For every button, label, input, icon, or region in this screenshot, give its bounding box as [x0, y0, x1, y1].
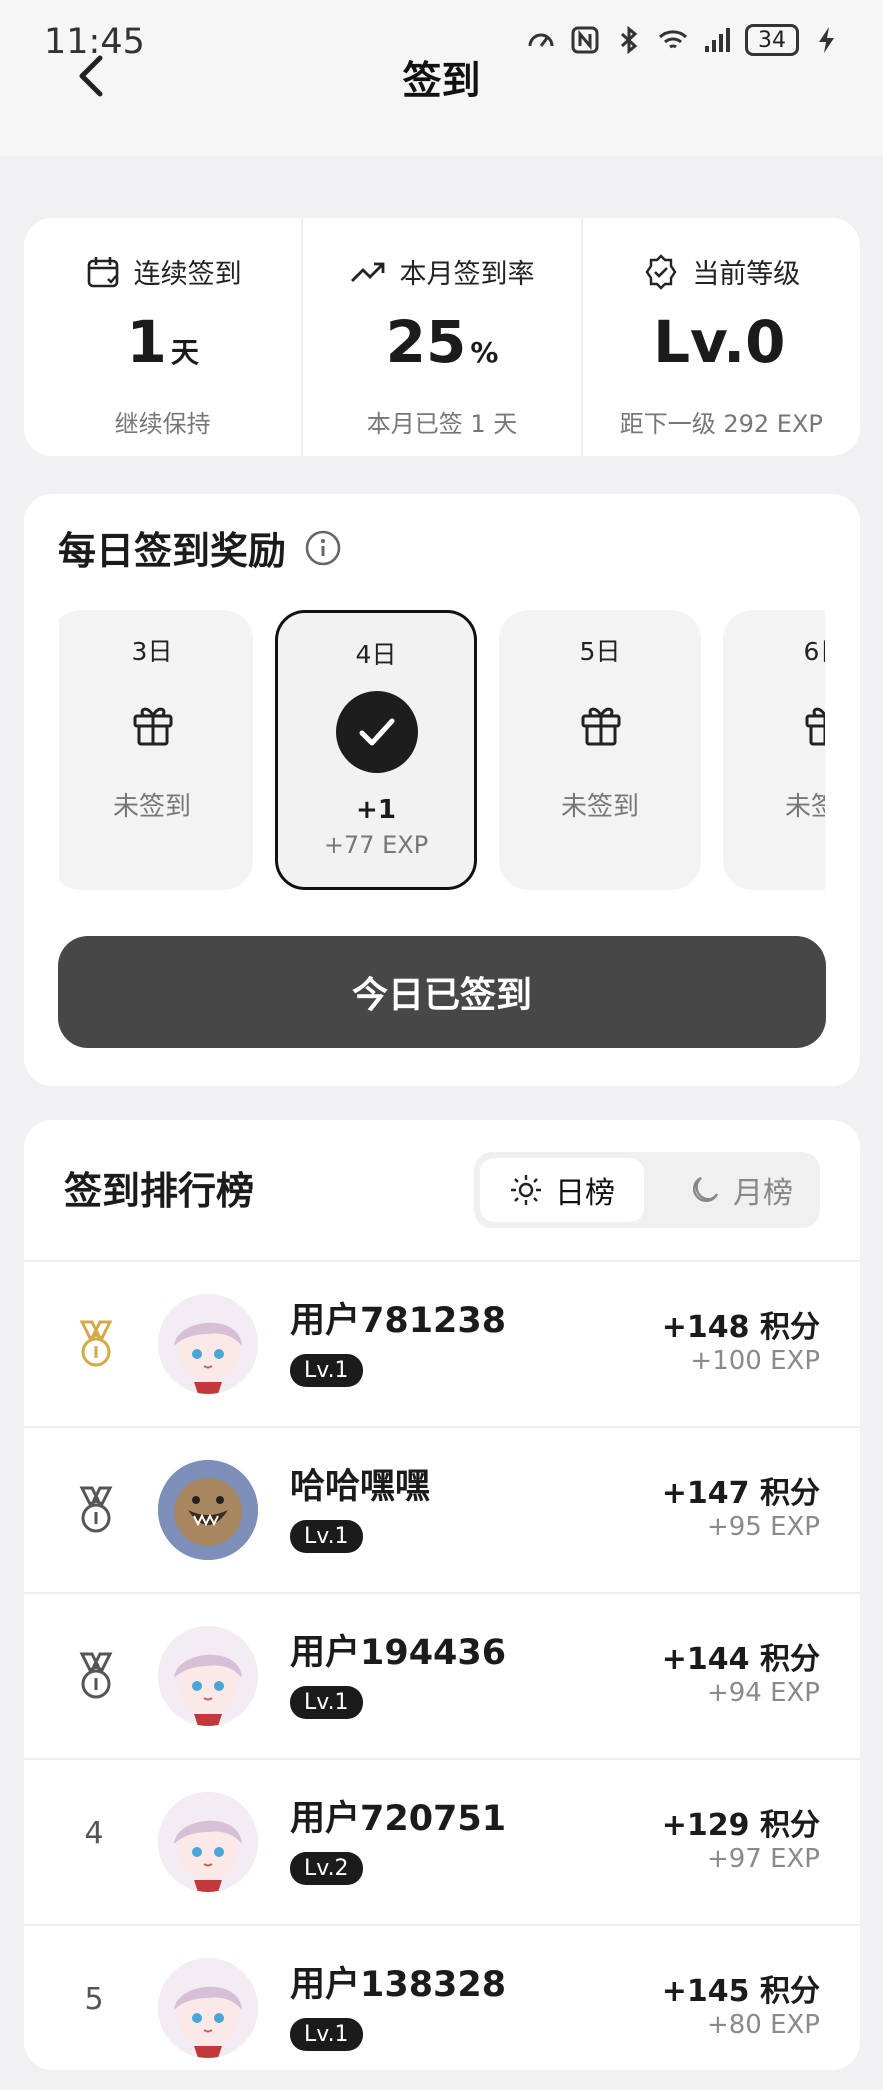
username: 用户720751 [290, 1799, 507, 1839]
ranking-row[interactable]: 用户781238 Lv.1 +148 积分 +100 EXP [24, 1260, 860, 1426]
sun-icon [511, 1175, 541, 1205]
level-badge: Lv.2 [290, 1852, 363, 1885]
stat-label: 连续签到 [133, 259, 242, 290]
level-badge: Lv.1 [290, 1686, 363, 1719]
stat-sub: 本月已签 1 天 [366, 410, 518, 438]
points: +148 积分 [661, 1310, 820, 1345]
checkin-button[interactable]: 今日已签到 [58, 936, 826, 1048]
gold-medal-icon [79, 1320, 113, 1367]
stats-card: 连续签到 1天 继续保持 本月签到率 25% 本月已签 1 天 当前等级 Lv.… [24, 218, 860, 456]
daily-reward-card: 每日签到奖励 3日 未签到 4日 +1 +77 EXP 5日 未签到 6 未签 … [24, 494, 860, 1086]
stat-unit: 天 [170, 336, 199, 369]
avatar[interactable] [158, 1958, 258, 2058]
day-status: 未签到 [112, 792, 191, 822]
points: +147 积分 [661, 1476, 820, 1511]
avatar-anime-girl [158, 1294, 258, 1394]
avatar-anime-girl [158, 1958, 258, 2058]
level-badge: Lv.1 [290, 2018, 363, 2051]
avatar-anime-girl [158, 1792, 258, 1892]
stat-value: Lv.0 [653, 308, 786, 376]
exp: +95 EXP [706, 1512, 820, 1542]
ranking-row[interactable]: 4 用户720751 Lv.2 +129 积分 +97 EXP [24, 1758, 860, 1924]
badge-check-icon [645, 253, 677, 290]
gift-icon [133, 707, 173, 746]
exp: +97 EXP [706, 1844, 820, 1874]
info-icon[interactable] [304, 529, 342, 567]
rank-number: 5 [84, 1982, 104, 2017]
day-card[interactable]: 6日 未签到 [723, 610, 825, 890]
exp: +80 EXP [706, 2010, 820, 2040]
level-badge: Lv.1 [290, 1354, 363, 1387]
gift-icon [581, 707, 621, 746]
stat-streak: 连续签到 1天 继续保持 [24, 218, 301, 456]
exp: +100 EXP [690, 1346, 820, 1376]
username: 哈哈嘿嘿 [290, 1467, 431, 1507]
avatar[interactable] [158, 1626, 258, 1726]
stat-level: 当前等级 Lv.0 距下一级 292 EXP [580, 218, 860, 456]
points: +129 积分 [661, 1808, 820, 1843]
avatar[interactable] [158, 1460, 258, 1560]
day-card[interactable]: 5日 未签到 [499, 610, 701, 890]
silver-medal-icon [79, 1486, 113, 1533]
top-header: 11:45 34 签到 [0, 0, 883, 156]
stat-value: 1 [126, 308, 167, 376]
username: 用户781238 [290, 1301, 507, 1341]
reward-title: 每日签到奖励 [58, 529, 287, 573]
ranking-row[interactable]: 用户194436 Lv.1 +144 积分 +94 EXP [24, 1592, 860, 1758]
username: 用户194436 [290, 1633, 507, 1673]
ranking-card: 签到排行榜 日榜 月榜 用户781238 Lv.1 +148 积分 +100 E… [24, 1120, 860, 2070]
day-exp: +77 EXP [323, 831, 429, 859]
checked-badge [336, 691, 418, 773]
ranking-list: 用户781238 Lv.1 +148 积分 +100 EXP 哈哈嘿嘿 Lv.1… [24, 1260, 860, 2090]
bronze-medal-icon [79, 1652, 113, 1699]
stat-unit: % [470, 336, 499, 369]
username: 用户138328 [290, 1965, 507, 2005]
stat-sub: 距下一级 292 EXP [619, 410, 823, 438]
rank-number: 4 [84, 1816, 104, 1851]
page-title: 签到 [402, 59, 481, 104]
avatar[interactable] [158, 1294, 258, 1394]
avatar-photo [158, 1460, 258, 1560]
day-card[interactable]: 3日 未签到 [59, 610, 253, 890]
check-icon [359, 718, 395, 746]
day-label: 5日 [579, 637, 621, 666]
day-points: +1 [356, 795, 396, 825]
level-badge: Lv.1 [290, 1520, 363, 1553]
day-label: 3日 [131, 637, 173, 666]
stat-label: 本月签到率 [399, 259, 535, 290]
days-scroller[interactable]: 3日 未签到 4日 +1 +77 EXP 5日 未签到 6日 未签到 [59, 610, 825, 894]
day-label: 6日 [803, 637, 825, 666]
day-label: 4日 [355, 640, 397, 669]
stat-sub: 继续保持 [114, 410, 211, 438]
stat-value: 25 [385, 308, 467, 376]
tab-daily[interactable]: 日榜 [480, 1158, 644, 1222]
reward-heading: 每日签到奖励 [58, 520, 342, 575]
stat-monthly-rate: 本月签到率 25% 本月已签 1 天 [301, 218, 580, 456]
calendar-icon [87, 256, 118, 287]
points: +145 积分 [661, 1974, 820, 2009]
gift-icon [805, 707, 825, 746]
ranking-row[interactable]: 哈哈嘿嘿 Lv.1 +147 积分 +95 EXP [24, 1426, 860, 1592]
tab-monthly[interactable]: 月榜 [670, 1158, 810, 1222]
points: +144 积分 [661, 1642, 820, 1677]
tab-label: 月榜 [733, 1176, 793, 1211]
ranking-title: 签到排行榜 [64, 1169, 255, 1213]
tab-label: 日榜 [555, 1176, 615, 1211]
avatar-anime-girl [158, 1626, 258, 1726]
stat-label: 当前等级 [692, 259, 801, 290]
moon-icon [693, 1176, 719, 1202]
trend-up-icon [351, 262, 385, 282]
ranking-row[interactable]: 5 用户138328 Lv.1 +145 积分 +80 EXP [24, 1924, 860, 2090]
exp: +94 EXP [706, 1678, 820, 1708]
avatar[interactable] [158, 1792, 258, 1892]
ranking-tab-switch: 日榜 月榜 [474, 1152, 820, 1228]
day-status: 未签到 [560, 792, 639, 822]
day-card-today[interactable]: 4日 +1 +77 EXP [275, 610, 477, 890]
day-status: 未签到 [784, 792, 825, 822]
